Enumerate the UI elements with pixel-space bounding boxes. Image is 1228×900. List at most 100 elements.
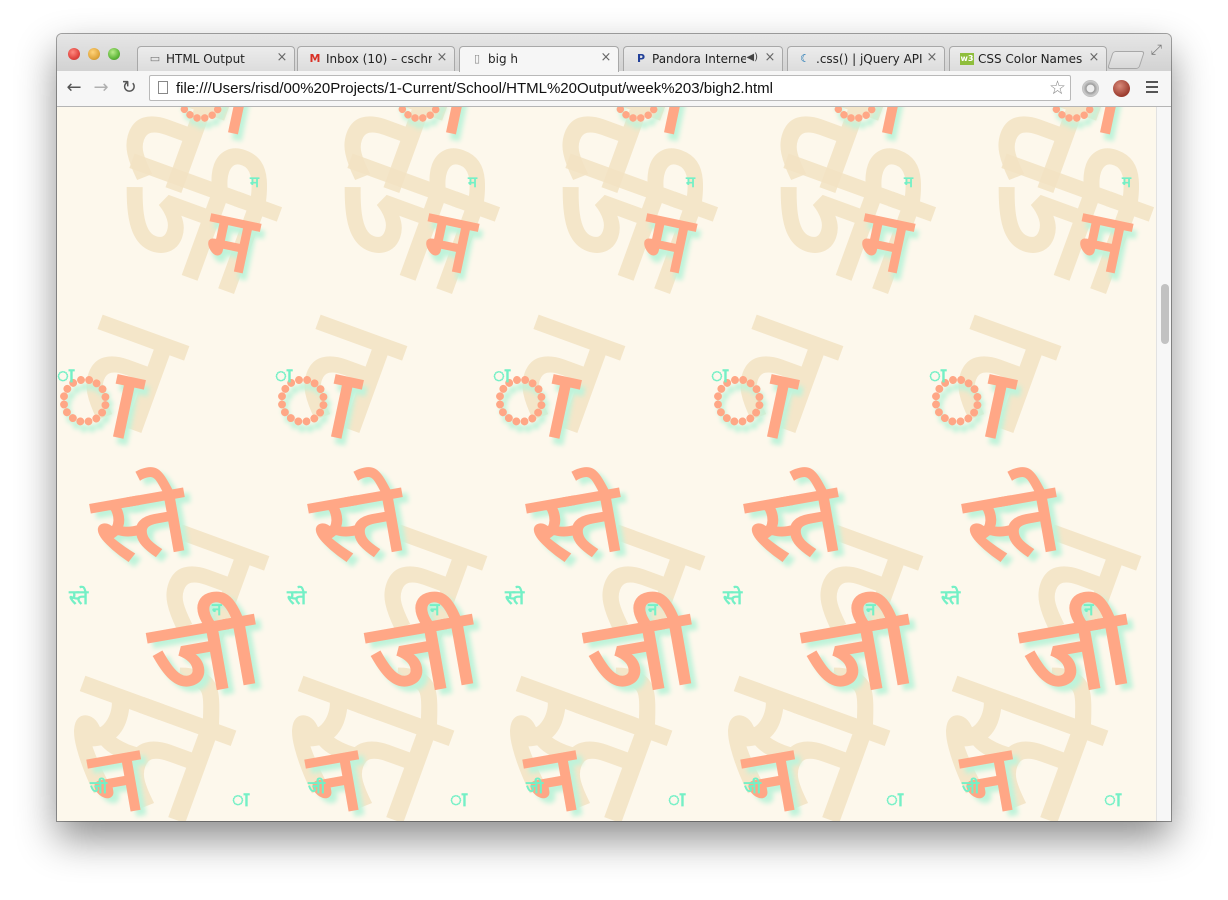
tab-label: big h xyxy=(488,52,518,66)
extension-icon[interactable] xyxy=(1082,80,1099,97)
tab-jquery[interactable]: ☾ .css() | jQuery API Do × xyxy=(787,46,945,71)
small-glyph: म xyxy=(686,173,695,191)
forward-arrow-icon[interactable]: → xyxy=(90,78,112,98)
small-glyph: स्ते xyxy=(941,585,961,609)
jquery-icon: ☾ xyxy=(800,52,810,65)
big-glyph: ा xyxy=(383,107,480,156)
w3-icon: w3 xyxy=(960,53,974,65)
small-glyph: स्ते xyxy=(287,585,307,609)
tab-label: HTML Output xyxy=(166,52,245,66)
small-glyph: म xyxy=(250,173,259,191)
small-glyph: ा xyxy=(493,363,511,387)
small-glyph: स्ते xyxy=(723,585,743,609)
small-glyph: म xyxy=(1122,173,1131,191)
small-glyph: म xyxy=(904,173,913,191)
gmail-icon: M xyxy=(309,52,321,65)
minimize-window-button[interactable] xyxy=(88,48,100,60)
menu-icon[interactable] xyxy=(1146,81,1158,96)
reload-icon[interactable]: ↻ xyxy=(118,78,140,98)
vertical-scrollbar[interactable] xyxy=(1156,107,1171,821)
small-glyph: जी xyxy=(90,778,108,798)
extension-apple-icon[interactable] xyxy=(1113,80,1130,97)
page-content: त त त त त जी जी जी जी जी त त त त त त त त त त स्ते स्ते स्ते स्त… xyxy=(57,107,1156,821)
close-tab-icon[interactable]: × xyxy=(600,50,612,65)
small-glyph: जी xyxy=(308,778,326,798)
speaker-icon: ◀) xyxy=(746,52,758,63)
big-glyph: स्ते xyxy=(740,461,849,587)
big-glyph: ा xyxy=(482,336,585,462)
close-tab-icon[interactable]: × xyxy=(764,50,776,65)
bookmark-star-icon[interactable]: ☆ xyxy=(1049,77,1066,99)
close-tab-icon[interactable]: × xyxy=(436,50,448,65)
tab-icon: ▭ xyxy=(149,52,161,65)
big-glyph: जी xyxy=(1014,584,1139,724)
big-glyph: स्ते xyxy=(958,461,1067,587)
fullscreen-icon[interactable]: ⤢ xyxy=(1151,42,1162,58)
big-glyph: म xyxy=(633,191,701,292)
big-glyph: म xyxy=(197,191,265,292)
back-arrow-icon[interactable]: ← xyxy=(63,78,85,98)
tab-strip: ▭ HTML Output × M Inbox (10) – cschmid ×… xyxy=(57,34,1171,72)
big-glyph: ा xyxy=(819,107,916,156)
scrollbar-thumb[interactable] xyxy=(1161,284,1169,344)
small-glyph: न xyxy=(648,600,658,620)
small-glyph: ा xyxy=(275,363,293,387)
tab-inbox[interactable]: M Inbox (10) – cschmid × xyxy=(297,46,455,71)
small-glyph: न xyxy=(1084,600,1094,620)
big-glyph: जी xyxy=(142,584,267,724)
page-icon xyxy=(158,81,168,94)
foreground-glyph-layer: ााााामममममााााास्तेस्तेस्तेस्तेस्तेजीजीज… xyxy=(57,107,1156,821)
small-glyph: ा xyxy=(929,363,947,387)
close-tab-icon[interactable]: × xyxy=(276,50,288,65)
small-glyph: जी xyxy=(526,778,544,798)
big-glyph: ा xyxy=(1037,107,1134,156)
new-tab-button[interactable] xyxy=(1107,51,1145,69)
small-glyph: ा xyxy=(711,363,729,387)
maximize-window-button[interactable] xyxy=(108,48,120,60)
tab-label: CSS Color Names xyxy=(978,52,1083,66)
big-glyph: स्ते xyxy=(522,461,631,587)
big-glyph: म xyxy=(415,191,483,292)
toolbar: ← → ↻ ☆ xyxy=(57,71,1171,107)
big-glyph: जी xyxy=(578,584,703,724)
small-glyph: ा xyxy=(886,787,904,811)
tab-label: .css() | jQuery API Do xyxy=(816,52,922,66)
close-window-button[interactable] xyxy=(68,48,80,60)
small-glyph: जी xyxy=(962,778,980,798)
tab-big-h[interactable]: ▯ big h × xyxy=(459,46,619,72)
big-glyph: जी xyxy=(796,584,921,724)
small-glyph: स्ते xyxy=(505,585,525,609)
small-glyph: ा xyxy=(1104,787,1122,811)
big-glyph: ा xyxy=(700,336,803,462)
big-glyph: म xyxy=(1069,191,1137,292)
tab-label: Pandora Internet xyxy=(652,52,746,66)
small-glyph: ा xyxy=(668,787,686,811)
close-tab-icon[interactable]: × xyxy=(926,50,938,65)
big-glyph: ा xyxy=(918,336,1021,462)
small-glyph: म xyxy=(468,173,477,191)
page-icon: ▯ xyxy=(473,52,481,65)
small-glyph: स्ते xyxy=(69,585,89,609)
big-glyph: स्ते xyxy=(304,461,413,587)
tab-label: Inbox (10) – cschmid xyxy=(326,52,432,66)
big-glyph: म xyxy=(851,191,919,292)
browser-window: ▭ HTML Output × M Inbox (10) – cschmid ×… xyxy=(57,34,1171,821)
tab-pandora[interactable]: P Pandora Internet ◀) × xyxy=(623,46,783,71)
pandora-icon: P xyxy=(636,52,646,65)
small-glyph: ा xyxy=(450,787,468,811)
close-tab-icon[interactable]: × xyxy=(1088,50,1100,65)
small-glyph: न xyxy=(866,600,876,620)
small-glyph: ा xyxy=(232,787,250,811)
url-input[interactable] xyxy=(176,80,1040,97)
tab-html-output[interactable]: ▭ HTML Output × xyxy=(137,46,295,71)
tab-css-colors[interactable]: w3 CSS Color Names × xyxy=(949,46,1107,71)
small-glyph: न xyxy=(212,600,222,620)
big-glyph: ा xyxy=(57,336,149,462)
address-bar[interactable]: ☆ xyxy=(149,75,1071,101)
big-glyph: ा xyxy=(165,107,262,156)
big-glyph: स्ते xyxy=(86,461,195,587)
big-glyph: ा xyxy=(264,336,367,462)
big-glyph: ा xyxy=(601,107,698,156)
small-glyph: जी xyxy=(744,778,762,798)
small-glyph: ा xyxy=(57,363,75,387)
